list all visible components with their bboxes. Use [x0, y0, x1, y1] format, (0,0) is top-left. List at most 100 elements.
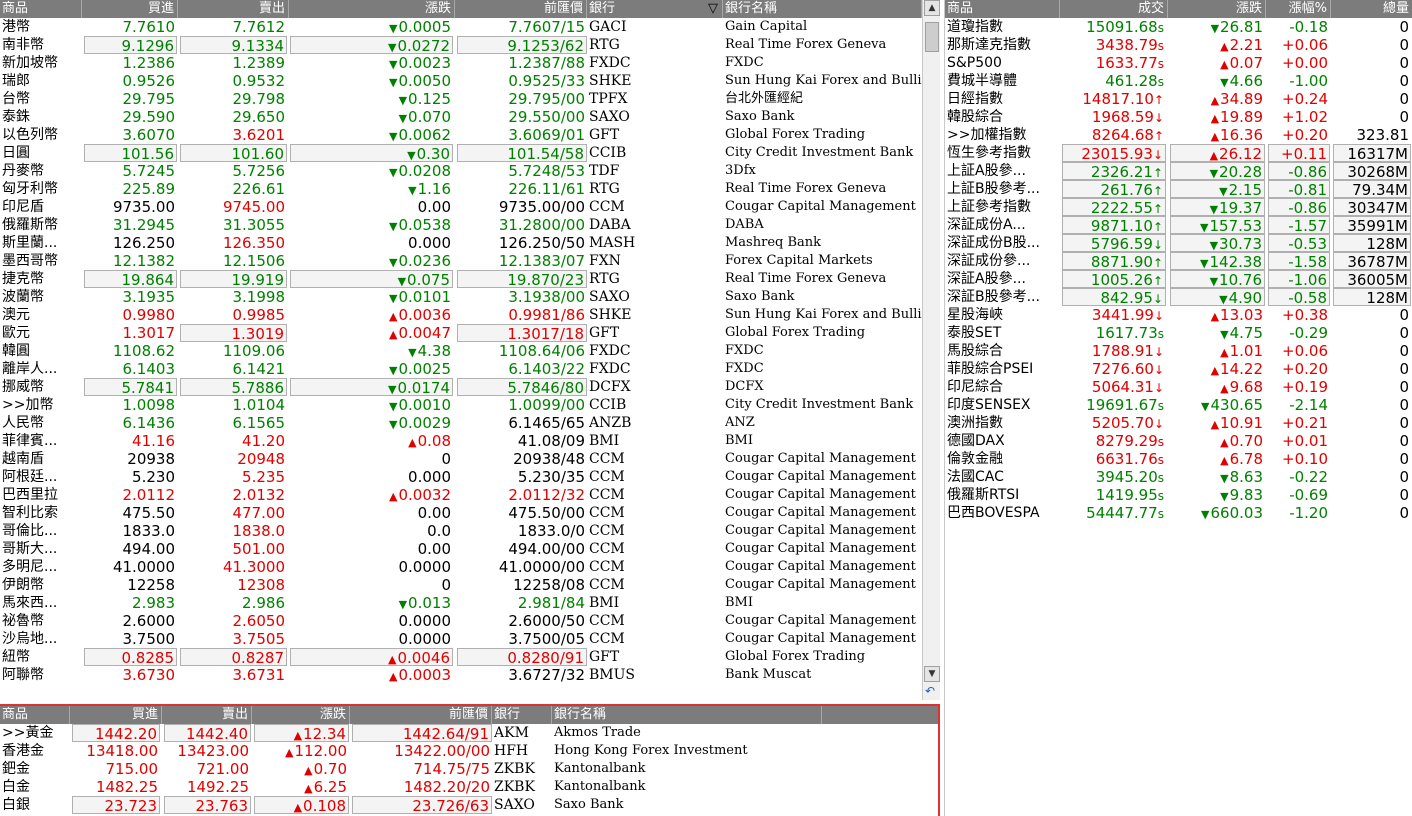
metals-header-2[interactable]: 賣出 [162, 706, 252, 724]
index-header-3[interactable]: 漲幅% [1266, 0, 1331, 18]
table-row[interactable]: 道瓊指數 15091.68s ▼26.81 -0.18 0 [945, 18, 1412, 36]
forex-header-2[interactable]: 賣出 [178, 0, 289, 18]
table-row[interactable]: 倫敦金融 6631.76s ▲6.78 +0.10 0 [945, 450, 1412, 468]
table-row[interactable]: >>加權指數 8264.68↑ ▲16.36 +0.20 323.81 [945, 126, 1412, 144]
table-row[interactable]: 伊朗幣 12258 12308 0 12258/08 CCM Cougar Capital … [0, 576, 922, 594]
table-row[interactable]: 印尼盾 9735.00 9745.00 0.00 9735.00/00 CCM Cougar… [0, 198, 922, 216]
index-header-1[interactable]: 成交 [1060, 0, 1168, 18]
table-row[interactable]: 香港金 13418.00 13423.00 ▲112.00 13422.00/00 HFH… [0, 742, 938, 760]
table-row[interactable]: 恆生參考指數 23015.93↓ ▲26.12 +0.11 16317M [945, 144, 1412, 162]
forex-header-6[interactable]: 銀行名稱 [723, 0, 922, 18]
table-row[interactable]: 波蘭幣 3.1935 3.1998 ▼0.0101 3.1938/00 SAXO Saxo … [0, 288, 922, 306]
table-row[interactable]: 菲律賓... 41.16 41.20 ▲0.08 41.08/09 BMI BMI [0, 432, 922, 450]
forex-header-5[interactable]: 銀行 [587, 0, 723, 18]
table-row[interactable]: 韓股綜合 1968.59↓ ▲19.89 +1.02 0 [945, 108, 1412, 126]
ask-price: 226.61 [232, 180, 286, 198]
table-row[interactable]: 歐元 1.3017 1.3019 ▲0.0047 1.3017/18 GFT Global … [0, 324, 922, 342]
table-row[interactable]: 深証B股參考... 842.95↓ ▼4.90 -0.58 128M [945, 288, 1412, 306]
table-row[interactable]: 多明尼... 41.0000 41.3000 0.0000 41.0000/00 CCM C… [0, 558, 922, 576]
table-row[interactable]: 阿根廷... 5.230 5.235 0.000 5.230/35 CCM Cougar C… [0, 468, 922, 486]
ask-price: 1109.06 [222, 342, 285, 360]
table-row[interactable]: 德國DAX 8279.29s ▲0.70 +0.01 0 [945, 432, 1412, 450]
table-row[interactable]: 深証A股參... 1005.26↑ ▼10.76 -1.06 36005M [945, 270, 1412, 288]
table-row[interactable]: 越南盾 20938 20948 0 20938/48 CCM Cougar Capital … [0, 450, 922, 468]
table-row[interactable]: >>加幣 1.0098 1.0104 ▼0.0010 1.0099/00 CCIB City… [0, 396, 922, 414]
forex-scrollbar[interactable]: ▲ ▼ ↶ [922, 0, 940, 700]
table-row[interactable]: 台幣 29.795 29.798 ▼0.125 29.795/00 TPFX 台北外匯經紀 [0, 90, 922, 108]
forex-header-0[interactable]: 商品 [0, 0, 82, 18]
table-row[interactable]: 印度SENSEX 19691.67s ▼430.65 -2.14 0 [945, 396, 1412, 414]
table-row[interactable]: 日經指數 14817.10↑ ▲34.89 +0.24 0 [945, 90, 1412, 108]
table-row[interactable]: 深証成份A... 9871.10↑ ▼157.53 -1.57 35991M [945, 216, 1412, 234]
refresh-icon[interactable]: ↶ [925, 684, 935, 698]
index-header-2[interactable]: 漲跌 [1168, 0, 1266, 18]
forex-header-3[interactable]: 漲跌 [289, 0, 455, 18]
index-name: 菲股綜合PSEI [947, 361, 1034, 377]
table-row[interactable]: 印尼綜合 5064.31↓ ▲9.68 +0.19 0 [945, 378, 1412, 396]
table-row[interactable]: 上証參考指數 2222.55↑ ▼19.37 -0.86 30347M [945, 198, 1412, 216]
table-row[interactable]: 日圓 101.56 101.60 ▼0.30 101.54/58 CCIB City Cre… [0, 144, 922, 162]
metals-header-4[interactable]: 前匯價 [350, 706, 492, 724]
forex-header-4[interactable]: 前匯價 [455, 0, 587, 18]
table-row[interactable]: 以色列幣 3.6070 3.6201 ▼0.0062 3.6069/01 GFT Globa… [0, 126, 922, 144]
table-row[interactable]: 泰銖 29.590 29.650 ▼0.070 29.550/00 SAXO Saxo Ba… [0, 108, 922, 126]
sort-icon[interactable]: ▽ [708, 0, 722, 18]
table-row[interactable]: 深証成份參... 8871.90↑ ▼142.38 -1.58 36787M [945, 252, 1412, 270]
table-row[interactable]: 紐幣 0.8285 0.8287 ▲0.0046 0.8280/91 GFT Global … [0, 648, 922, 666]
table-row[interactable]: 上証A股參... 2326.21↑ ▼20.28 -0.86 30268M [945, 162, 1412, 180]
table-row[interactable]: 阿聯幣 3.6730 3.6731 ▲0.0003 3.6727/32 BMUS Bank … [0, 666, 922, 684]
table-row[interactable]: 瑞郎 0.9526 0.9532 ▼0.0050 0.9525/33 SHKE Sun Hu… [0, 72, 922, 90]
table-row[interactable]: 丹麥幣 5.7245 5.7256 ▼0.0208 5.7248/53 TDF 3Dfx [0, 162, 922, 180]
bid-price: 1.3017 [122, 324, 176, 342]
metals-header-5[interactable]: 銀行 [492, 706, 552, 724]
table-row[interactable]: 哥倫比... 1833.0 1838.0 0.0 1833.0/0 CCM Cougar C… [0, 522, 922, 540]
table-row[interactable]: 斯里蘭... 126.250 126.350 0.000 126.250/50 MASH M… [0, 234, 922, 252]
table-row[interactable]: 港幣 7.7610 7.7612 ▼0.0005 7.7607/15 GACI Gain C… [0, 18, 922, 36]
table-row[interactable]: 法國CAC 3945.20s ▼8.63 -0.22 0 [945, 468, 1412, 486]
previous-rate: 0.9981/86 [508, 306, 585, 324]
table-row[interactable]: 深証成份B股... 5796.59↓ ▼30.73 -0.53 128M [945, 234, 1412, 252]
table-row[interactable]: 巴西里拉 2.0112 2.0132 ▲0.0032 2.0112/32 CCM Couga… [0, 486, 922, 504]
forex-header-1[interactable]: 買進 [82, 0, 178, 18]
scroll-up-button[interactable]: ▲ [924, 0, 940, 16]
table-row[interactable]: 祕魯幣 2.6000 2.6050 0.0000 2.6000/50 CCM Cougar … [0, 612, 922, 630]
table-row[interactable]: 捷克幣 19.864 19.919 ▼0.075 19.870/23 RTG Real Ti… [0, 270, 922, 288]
table-row[interactable]: 鈀金 715.00 721.00 ▲0.70 714.75/75 ZKBK Kantonal… [0, 760, 938, 778]
index-header-0[interactable]: 商品 [945, 0, 1060, 18]
metals-header-6[interactable]: 銀行名稱 [552, 706, 822, 724]
table-row[interactable]: 那斯達克指數 3438.79s ▲2.21 +0.06 0 [945, 36, 1412, 54]
table-row[interactable]: 巴西BOVESPA 54447.77s ▼660.03 -1.20 0 [945, 504, 1412, 522]
scroll-down-button[interactable]: ▼ [924, 666, 940, 682]
table-row[interactable]: 人民幣 6.1436 6.1565 ▼0.0029 6.1465/65 ANZB ANZ [0, 414, 922, 432]
table-row[interactable]: 上証B股參考... 261.76↑ ▼2.15 -0.81 79.34M [945, 180, 1412, 198]
table-row[interactable]: S&P500 1633.77s ▲0.07 +0.00 0 [945, 54, 1412, 72]
table-row[interactable]: 菲股綜合PSEI 7276.60↓ ▲14.22 +0.20 0 [945, 360, 1412, 378]
table-row[interactable]: 俄羅斯RTSI 1419.95s ▼9.83 -0.69 0 [945, 486, 1412, 504]
metals-header-3[interactable]: 漲跌 [252, 706, 350, 724]
table-row[interactable]: 白金 1482.25 1492.25 ▲6.25 1482.20/20 ZKBK Kanto… [0, 778, 938, 796]
table-row[interactable]: 星股海峽 3441.99↓ ▲13.03 +0.38 0 [945, 306, 1412, 324]
scroll-thumb[interactable] [925, 22, 939, 52]
table-row[interactable]: 哥斯大... 494.00 501.00 0.00 494.00/00 CCM Cougar… [0, 540, 922, 558]
metals-header-1[interactable]: 買進 [70, 706, 162, 724]
table-row[interactable]: 韓圓 1108.62 1109.06 ▼4.38 1108.64/06 FXDC FXDC [0, 342, 922, 360]
table-row[interactable]: 馬股綜合 1788.91↓ ▲1.01 +0.06 0 [945, 342, 1412, 360]
table-row[interactable]: 白銀 23.723 23.763 ▲0.108 23.726/63 SAXO Saxo Ba… [0, 796, 938, 814]
table-row[interactable]: 匈牙利幣 225.89 226.61 ▼1.16 226.11/61 RTG Real Ti… [0, 180, 922, 198]
table-row[interactable]: 新加坡幣 1.2386 1.2389 ▼0.0023 1.2387/88 FXDC FXDC [0, 54, 922, 72]
table-row[interactable]: 馬來西... 2.983 2.986 ▼0.013 2.981/84 BMI BMI [0, 594, 922, 612]
table-row[interactable]: 墨西哥幣 12.1382 12.1506 ▼0.0236 12.1383/07 FXN Fo… [0, 252, 922, 270]
table-row[interactable]: 挪威幣 5.7841 5.7886 ▼0.0174 5.7846/80 DCFX DCFX [0, 378, 922, 396]
table-row[interactable]: 俄羅斯幣 31.2945 31.3055 ▼0.0538 31.2800/00 DABA D… [0, 216, 922, 234]
table-row[interactable]: >>黃金 1442.20 1442.40 ▲12.34 1442.64/91 AKM Akm… [0, 724, 938, 742]
table-row[interactable]: 南非幣 9.1296 9.1334 ▼0.0272 9.1253/62 RTG Real T… [0, 36, 922, 54]
table-row[interactable]: 沙烏地... 3.7500 3.7505 0.0000 3.7500/05 CCM Coug… [0, 630, 922, 648]
table-row[interactable]: 離岸人... 6.1403 6.1421 ▼0.0025 6.1403/22 FXDC FX… [0, 360, 922, 378]
table-row[interactable]: 泰股SET 1617.73s ▼4.75 -0.29 0 [945, 324, 1412, 342]
table-row[interactable]: 澳洲指數 5205.70↓ ▲10.91 +0.21 0 [945, 414, 1412, 432]
metals-header-0[interactable]: 商品 [0, 706, 70, 724]
table-row[interactable]: 費城半導體 461.28s ▼4.66 -1.00 0 [945, 72, 1412, 90]
index-header-4[interactable]: 總量 [1331, 0, 1412, 18]
table-row[interactable]: 澳元 0.9980 0.9985 ▲0.0036 0.9981/86 SHKE Sun Hu… [0, 306, 922, 324]
table-row[interactable]: 智利比索 475.50 477.00 0.00 475.50/00 CCM Cougar C… [0, 504, 922, 522]
